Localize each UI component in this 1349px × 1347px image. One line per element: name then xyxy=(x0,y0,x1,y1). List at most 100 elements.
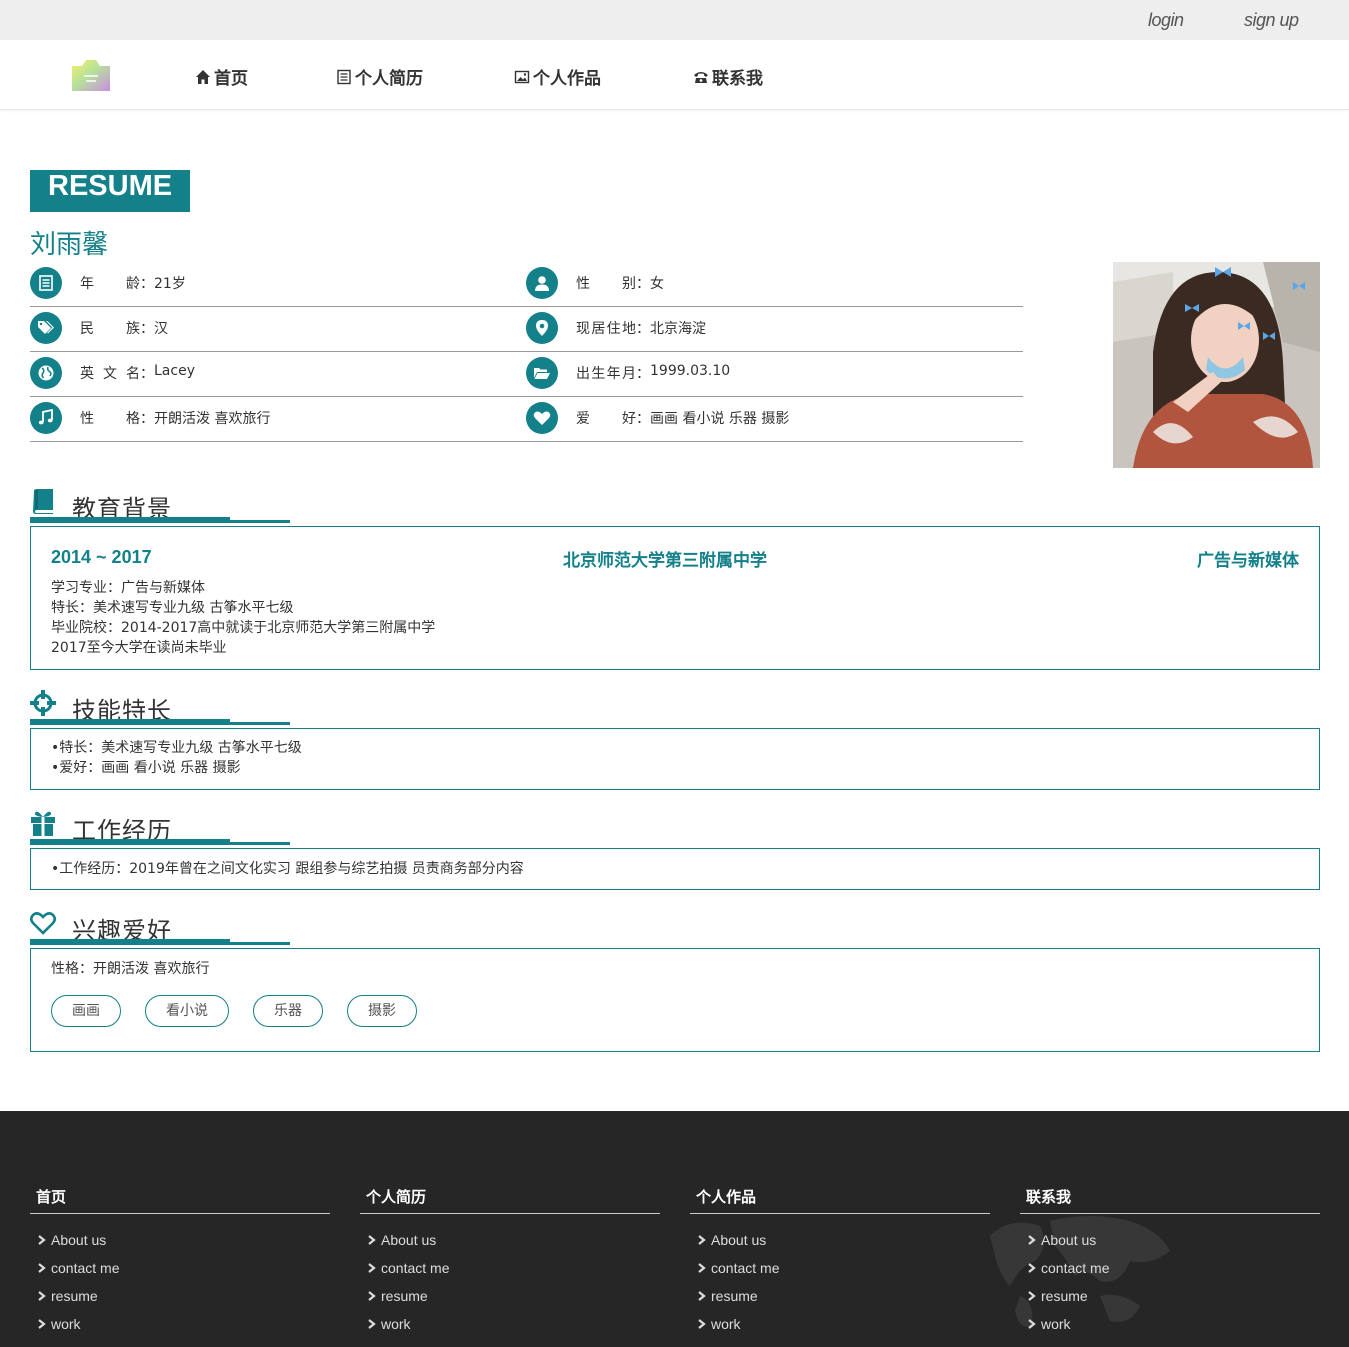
footer-title: 首页 xyxy=(30,1186,330,1214)
edu-line: 特长：美术速写专业九级 古筝水平七级 xyxy=(51,600,294,616)
info-label: 性别 xyxy=(576,276,636,292)
info-row: 年龄： 21岁 性别：女 xyxy=(30,262,1023,307)
footer-link[interactable]: contact me xyxy=(1020,1254,1320,1282)
footer-link[interactable]: resume xyxy=(690,1282,990,1310)
info-ethnicity: 民族：汉 xyxy=(30,312,168,344)
chevron-right-icon xyxy=(368,1319,376,1329)
chevron-right-icon xyxy=(368,1235,376,1245)
skill-line: •爱好：画画 看小说 乐器 摄影 xyxy=(51,760,241,776)
skills-box: •特长：美术速写专业九级 古筝水平七级 •爱好：画画 看小说 乐器 摄影 xyxy=(30,728,1320,790)
work-box: •工作经历：2019年曾在之间文化实习 跟组参与综艺拍摄 员责商务部分内容 xyxy=(30,848,1320,890)
nav-contact-label: 联系我 xyxy=(712,69,763,89)
footer-title: 联系我 xyxy=(1020,1186,1320,1214)
folder-open-icon xyxy=(526,357,558,389)
info-birth: 出生年月： 1999.03.10 xyxy=(526,357,730,389)
info-gender: 性别：女 xyxy=(526,267,664,299)
nav-works-label: 个人作品 xyxy=(533,69,601,89)
footer-link[interactable]: work xyxy=(360,1310,660,1338)
edu-line: 毕业院校：2014-2017高中就读于北京师范大学第三附属中学 xyxy=(51,620,436,636)
chevron-right-icon xyxy=(38,1319,46,1329)
hobby-tag[interactable]: 摄影 xyxy=(347,995,417,1027)
list-icon xyxy=(337,69,351,84)
heart-icon xyxy=(526,402,558,434)
music-icon xyxy=(30,402,62,434)
edu-line: 学习专业：广告与新媒体 xyxy=(51,580,205,596)
info-row: 民族：汉 现居住地：北京海淀 xyxy=(30,307,1023,352)
resume-tag: RESUME xyxy=(30,170,190,212)
profile-photo xyxy=(1113,262,1320,468)
hobbies-box: 性格：开朗活泼 喜欢旅行 画画 看小说 乐器 摄影 xyxy=(30,948,1320,1052)
chevron-right-icon xyxy=(1028,1319,1036,1329)
footer-link[interactable]: work xyxy=(1020,1310,1320,1338)
skill-line: •特长：美术速写专业九级 古筝水平七级 xyxy=(51,740,302,756)
footer-col-contact: 联系我 About us contact me resume work xyxy=(1020,1186,1320,1338)
footer-link[interactable]: contact me xyxy=(360,1254,660,1282)
chevron-right-icon xyxy=(38,1291,46,1301)
info-english-name: 英文名： Lacey xyxy=(30,357,195,389)
footer-link[interactable]: About us xyxy=(30,1226,330,1254)
main-nav: 首页 个人简历 个人作品 联系我 xyxy=(0,40,1349,110)
hobby-tag[interactable]: 画画 xyxy=(51,995,121,1027)
chevron-right-icon xyxy=(698,1263,706,1273)
book-icon xyxy=(33,489,53,514)
footer-link[interactable]: resume xyxy=(30,1282,330,1310)
footer-link[interactable]: About us xyxy=(690,1226,990,1254)
gift-icon xyxy=(31,811,55,836)
info-label: 爱好 xyxy=(576,411,636,427)
hobby-line: 性格：开朗活泼 喜欢旅行 xyxy=(51,961,210,977)
globe-icon xyxy=(30,357,62,389)
user-icon xyxy=(526,267,558,299)
chevron-right-icon xyxy=(698,1319,706,1329)
info-residence: 现居住地：北京海淀 xyxy=(526,312,706,344)
picture-icon xyxy=(514,70,530,83)
footer-link[interactable]: resume xyxy=(360,1282,660,1310)
chevron-right-icon xyxy=(1028,1235,1036,1245)
info-value: 开朗活泼 喜欢旅行 xyxy=(154,411,271,427)
nav-resume[interactable]: 个人简历 xyxy=(336,64,423,89)
chevron-right-icon xyxy=(1028,1291,1036,1301)
footer-col-resume: 个人简历 About us contact me resume work xyxy=(360,1186,660,1338)
chevron-right-icon xyxy=(368,1263,376,1273)
footer-link[interactable]: resume xyxy=(1020,1282,1320,1310)
info-personality: 性格：开朗活泼 喜欢旅行 xyxy=(30,402,270,434)
info-value: 北京海淀 xyxy=(650,321,706,337)
footer-link[interactable]: work xyxy=(690,1310,990,1338)
login-link[interactable]: login xyxy=(1148,10,1184,31)
phone-icon xyxy=(694,71,708,83)
footer-col-home: 首页 About us contact me resume work xyxy=(30,1186,330,1338)
signup-link[interactable]: sign up xyxy=(1244,10,1299,31)
info-row: 英文名： Lacey 出生年月： 1999.03.10 xyxy=(30,352,1023,397)
footer-link[interactable]: About us xyxy=(360,1226,660,1254)
edu-period: 2014 ~ 2017 xyxy=(51,547,152,567)
footer-link[interactable]: work xyxy=(30,1310,330,1338)
tags-icon xyxy=(30,312,62,344)
footer-link[interactable]: contact me xyxy=(690,1254,990,1282)
info-value: 汉 xyxy=(154,321,168,337)
info-value: Lacey xyxy=(154,363,195,379)
footer-title: 个人简历 xyxy=(360,1186,660,1214)
heart-outline-icon xyxy=(30,912,56,935)
chevron-right-icon xyxy=(698,1291,706,1301)
chevron-right-icon xyxy=(38,1235,46,1245)
hobbies-header: 兴趣爱好 xyxy=(30,910,290,946)
hobby-tag[interactable]: 乐器 xyxy=(253,995,323,1027)
edu-school: 北京师范大学第三附属中学 xyxy=(563,551,767,571)
nav-home[interactable]: 首页 xyxy=(195,64,248,89)
info-value: 女 xyxy=(650,276,664,292)
chevron-right-icon xyxy=(368,1291,376,1301)
skills-header: 技能特长 xyxy=(30,690,290,726)
nav-home-label: 首页 xyxy=(214,69,248,89)
nav-contact[interactable]: 联系我 xyxy=(693,64,763,89)
person-name: 刘雨馨 xyxy=(30,230,109,260)
crosshair-icon xyxy=(30,690,56,716)
list-icon xyxy=(30,267,62,299)
info-label: 现居住地 xyxy=(576,321,636,337)
footer-title: 个人作品 xyxy=(690,1186,990,1214)
nav-works[interactable]: 个人作品 xyxy=(514,64,601,89)
info-value: 1999.03.10 xyxy=(650,363,731,379)
footer-link[interactable]: contact me xyxy=(30,1254,330,1282)
hobby-tag[interactable]: 看小说 xyxy=(145,995,229,1027)
footer-link[interactable]: About us xyxy=(1020,1226,1320,1254)
chevron-right-icon xyxy=(698,1235,706,1245)
site-logo[interactable] xyxy=(70,58,112,92)
